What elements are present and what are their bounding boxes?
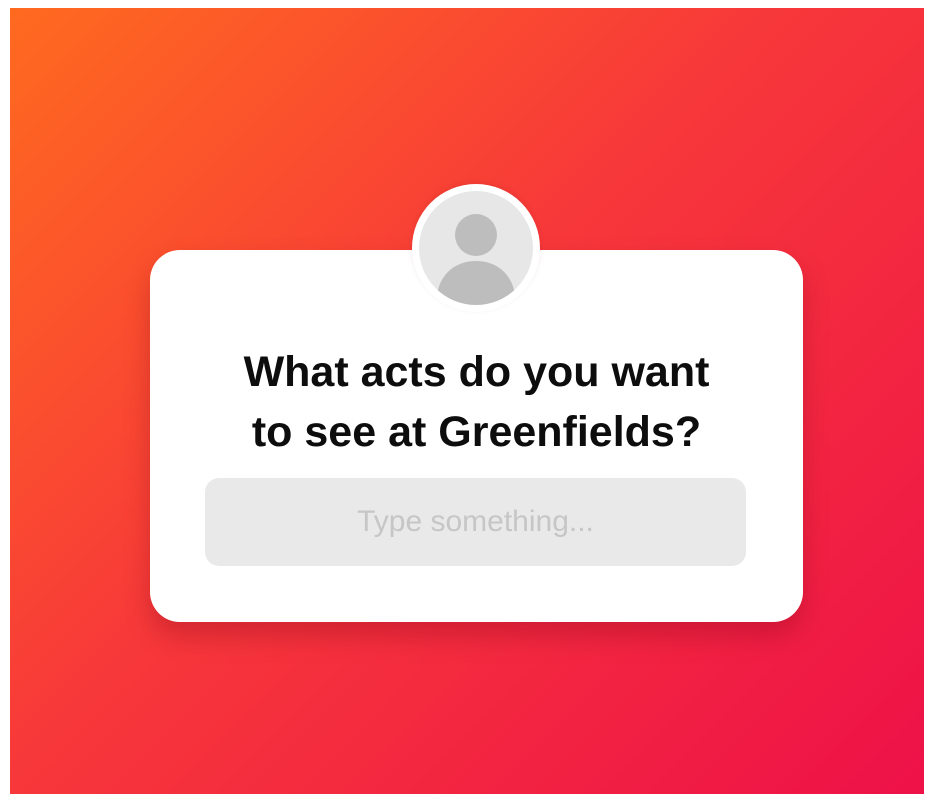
avatar <box>412 184 540 312</box>
question-line-2: to see at Greenfields? <box>251 408 702 456</box>
question-line-1: What acts do you want <box>243 348 710 396</box>
user-silhouette-icon <box>419 191 533 305</box>
question-text: What acts do you want to see at Greenfie… <box>180 342 773 462</box>
user-silhouette-icon-graphic <box>436 214 516 305</box>
answer-input[interactable] <box>205 478 746 566</box>
story-background: What acts do you want to see at Greenfie… <box>10 8 924 794</box>
